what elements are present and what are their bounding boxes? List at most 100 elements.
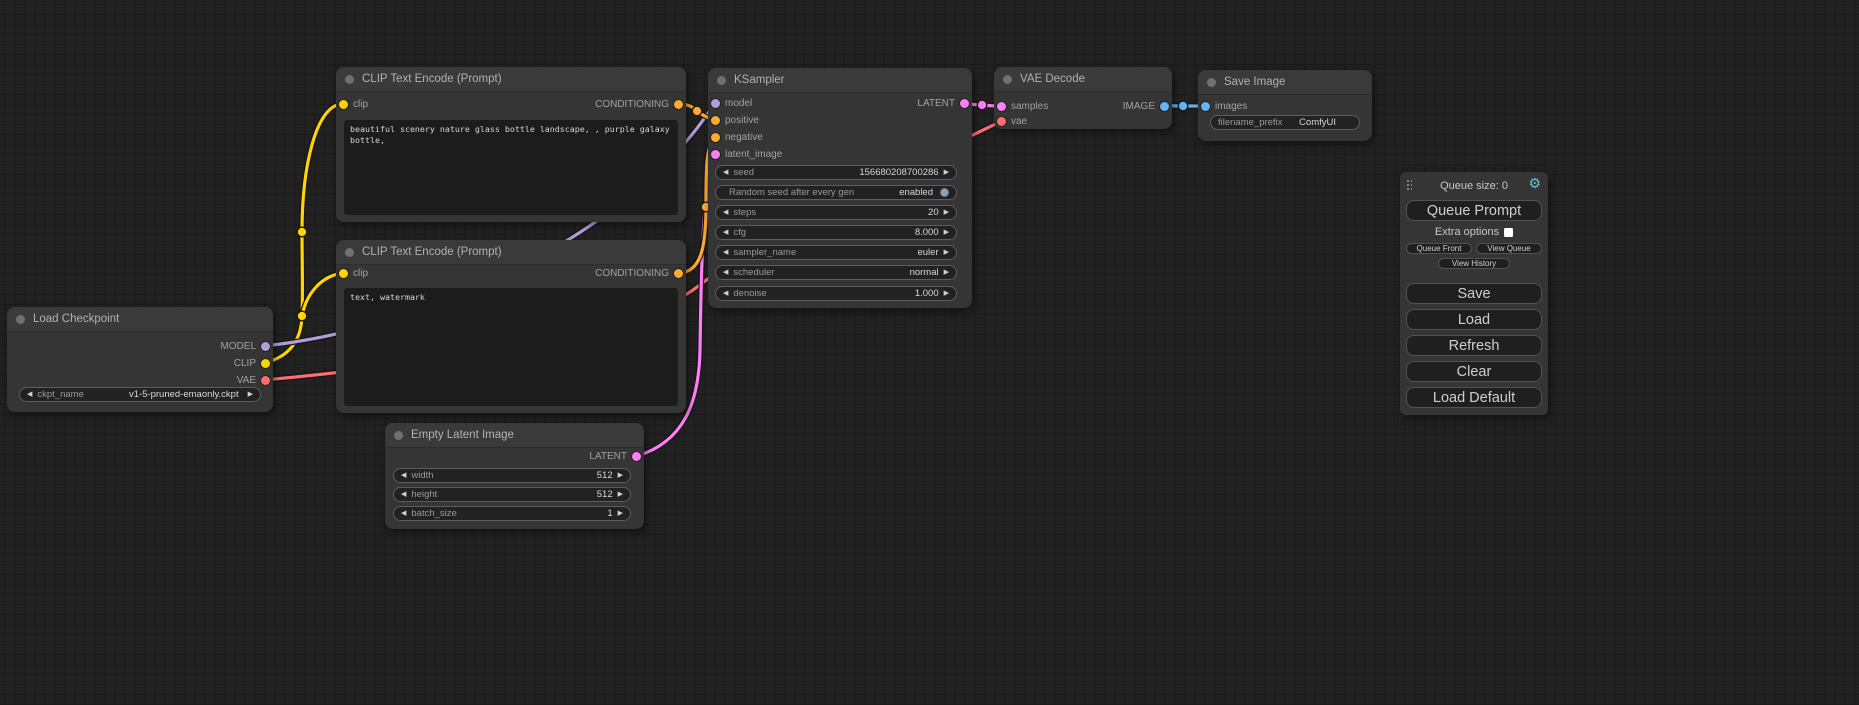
right-arrow-icon[interactable]: ▶ [618,472,623,479]
slot-dot-latent[interactable] [997,102,1006,111]
widget-batch-size[interactable]: ◀ batch_size 1 ▶ [393,506,631,521]
output-slot-image: IMAGE [1123,99,1169,113]
node-vae-decode[interactable]: VAE Decode samples vae IMAGE [994,67,1172,129]
widget-width[interactable]: ◀ width 512 ▶ [393,468,631,483]
widget-scheduler[interactable]: ◀ scheduler normal ▶ [715,265,957,280]
node-title-bar[interactable]: KSampler [708,68,972,93]
slot-dot-conditioning[interactable] [674,100,683,109]
toggle-knob[interactable] [940,188,949,197]
node-title-bar[interactable]: CLIP Text Encode (Prompt) [336,240,686,265]
left-arrow-icon[interactable]: ◀ [723,209,728,216]
slot-dot-model[interactable] [711,99,720,108]
right-arrow-icon[interactable]: ▶ [944,229,949,236]
view-queue-button[interactable]: View Queue [1476,243,1542,254]
drag-handle-icon[interactable] [1406,179,1412,192]
slot-dot-conditioning[interactable] [711,116,720,125]
save-button[interactable]: Save [1406,283,1542,304]
left-arrow-icon[interactable]: ◀ [401,472,406,479]
left-arrow-icon[interactable]: ◀ [723,249,728,256]
widget-denoise[interactable]: ◀ denoise 1.000 ▶ [715,286,957,301]
node-empty-latent-image[interactable]: Empty Latent Image LATENT ◀ width 512 ▶ … [385,423,644,529]
widget-steps[interactable]: ◀ steps 20 ▶ [715,205,957,220]
left-arrow-icon[interactable]: ◀ [723,229,728,236]
view-history-button[interactable]: View History [1438,258,1510,269]
prompt-textarea[interactable]: text, watermark [344,288,678,406]
left-arrow-icon[interactable]: ◀ [723,269,728,276]
right-arrow-icon[interactable]: ▶ [944,209,949,216]
wire-dot[interactable] [692,106,702,116]
right-arrow-icon[interactable]: ▶ [618,491,623,498]
refresh-button[interactable]: Refresh [1406,335,1542,356]
widget-seed[interactable]: ◀ seed 156680208700286 ▶ [715,165,957,180]
collapse-dot-icon[interactable] [16,315,25,324]
collapse-dot-icon[interactable] [1003,75,1012,84]
left-arrow-icon[interactable]: ◀ [401,491,406,498]
queue-front-button[interactable]: Queue Front [1406,243,1472,254]
node-title-bar[interactable]: VAE Decode [994,67,1172,92]
input-slot-vae: vae [997,114,1027,128]
node-title: Save Image [1224,76,1285,88]
left-arrow-icon[interactable]: ◀ [723,169,728,176]
collapse-dot-icon[interactable] [1207,78,1216,87]
left-arrow-icon[interactable]: ◀ [401,510,406,517]
left-arrow-icon[interactable]: ◀ [27,391,32,398]
wire-dot[interactable] [1178,101,1188,111]
node-title-bar[interactable]: Load Checkpoint [7,307,273,332]
slot-dot-model[interactable] [261,342,270,351]
gear-icon[interactable]: ⚙ [1528,176,1541,190]
node-title-bar[interactable]: Empty Latent Image [385,423,644,448]
slot-dot-conditioning[interactable] [711,133,720,142]
wire-dot[interactable] [297,311,307,321]
slot-dot-clip[interactable] [339,100,348,109]
widget-height[interactable]: ◀ height 512 ▶ [393,487,631,502]
wire-dot[interactable] [297,227,307,237]
widget-cfg[interactable]: ◀ cfg 8.000 ▶ [715,225,957,240]
node-ksampler[interactable]: KSampler model positive negative latent_… [708,68,972,308]
collapse-dot-icon[interactable] [717,76,726,85]
slot-dot-vae[interactable] [997,117,1006,126]
right-arrow-icon[interactable]: ▶ [944,290,949,297]
node-title-bar[interactable]: CLIP Text Encode (Prompt) [336,67,686,92]
node-save-image[interactable]: Save Image images filename_prefix ComfyU… [1198,70,1372,141]
extra-options-checkbox[interactable] [1504,228,1513,237]
node-clip-text-encode-negative[interactable]: CLIP Text Encode (Prompt) clip CONDITION… [336,240,686,413]
widget-sampler-name[interactable]: ◀ sampler_name euler ▶ [715,245,957,260]
node-clip-text-encode-positive[interactable]: CLIP Text Encode (Prompt) clip CONDITION… [336,67,686,222]
collapse-dot-icon[interactable] [345,75,354,84]
node-title: VAE Decode [1020,73,1085,85]
left-arrow-icon[interactable]: ◀ [723,290,728,297]
node-title-bar[interactable]: Save Image [1198,70,1372,95]
widget-filename-prefix[interactable]: filename_prefix ComfyUI [1210,115,1360,130]
right-arrow-icon[interactable]: ▶ [944,169,949,176]
queue-panel[interactable]: Queue size: 0 ⚙ Queue Prompt Extra optio… [1400,172,1548,415]
slot-dot-conditioning[interactable] [674,269,683,278]
input-slot-clip: clip [339,97,368,111]
slot-dot-image[interactable] [1160,102,1169,111]
slot-dot-image[interactable] [1201,102,1210,111]
input-slot-images: images [1201,99,1247,113]
widget-ckpt-name[interactable]: ◀ ckpt_name v1-5-pruned-emaonly.ckpt ▶ [19,387,261,402]
prompt-textarea[interactable]: beautiful scenery nature glass bottle la… [344,120,678,215]
node-graph-canvas[interactable]: Load Checkpoint MODEL CLIP VAE ◀ ckpt_na… [0,0,1859,705]
collapse-dot-icon[interactable] [394,431,403,440]
load-button[interactable]: Load [1406,309,1542,330]
collapse-dot-icon[interactable] [345,248,354,257]
right-arrow-icon[interactable]: ▶ [248,391,253,398]
queue-prompt-button[interactable]: Queue Prompt [1406,200,1542,221]
input-slot-clip: clip [339,266,368,280]
right-arrow-icon[interactable]: ▶ [944,269,949,276]
slot-dot-latent[interactable] [632,452,641,461]
load-default-button[interactable]: Load Default [1406,387,1542,408]
clear-button[interactable]: Clear [1406,361,1542,382]
slot-dot-latent[interactable] [711,150,720,159]
slot-dot-latent[interactable] [960,99,969,108]
right-arrow-icon[interactable]: ▶ [618,510,623,517]
slot-dot-vae[interactable] [261,376,270,385]
slot-dot-clip[interactable] [339,269,348,278]
slot-dot-clip[interactable] [261,359,270,368]
input-slot-latent-image: latent_image [711,147,782,161]
widget-random-seed-toggle[interactable]: Random seed after every gen enabled [715,185,957,200]
right-arrow-icon[interactable]: ▶ [944,249,949,256]
node-load-checkpoint[interactable]: Load Checkpoint MODEL CLIP VAE ◀ ckpt_na… [7,307,273,412]
wire-dot[interactable] [977,100,987,110]
